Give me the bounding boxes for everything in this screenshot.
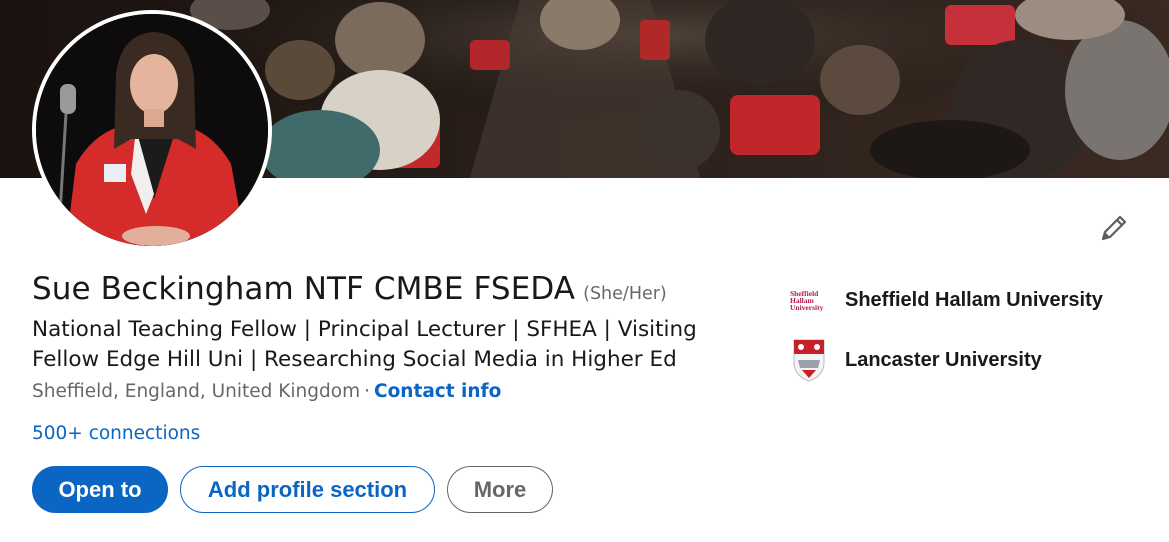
sheffield-hallam-logo: Sheffield Hallam University (790, 278, 828, 322)
pencil-icon (1101, 215, 1127, 241)
pronouns: (She/Her) (583, 284, 667, 304)
separator: · (364, 381, 371, 402)
profile-avatar[interactable] (32, 10, 272, 250)
location-row: Sheffield, England, United Kingdom · Conta… (32, 381, 501, 402)
org-lancaster[interactable]: Lancaster University (790, 338, 1103, 382)
edit-profile-button[interactable] (1091, 205, 1137, 251)
org-sheffield-hallam[interactable]: Sheffield Hallam University Sheffield Ha… (790, 278, 1103, 322)
crest-icon (793, 339, 825, 382)
profile-photo (36, 14, 268, 246)
profile-name: Sue Beckingham NTF CMBE FSEDA (32, 271, 576, 307)
open-to-button[interactable]: Open to (32, 466, 168, 513)
more-button[interactable]: More (447, 466, 553, 513)
lancaster-university-crest (790, 338, 828, 382)
connections-link[interactable]: 500+ connections (32, 423, 200, 444)
add-profile-section-button[interactable]: Add profile section (180, 466, 435, 513)
profile-headline: National Teaching Fellow | Principal Lec… (32, 317, 697, 372)
org-name: Sheffield Hallam University (845, 288, 1103, 311)
org-name: Lancaster University (845, 348, 1042, 371)
contact-info-link[interactable]: Contact info (374, 381, 501, 402)
location: Sheffield, England, United Kingdom (32, 381, 361, 402)
shu-logo-line: University (790, 302, 824, 312)
name-row: Sue Beckingham NTF CMBE FSEDA (She/Her) (32, 271, 667, 307)
profile-actions: Open to Add profile section More (32, 466, 553, 513)
organizations-list: Sheffield Hallam University Sheffield Ha… (790, 278, 1103, 398)
